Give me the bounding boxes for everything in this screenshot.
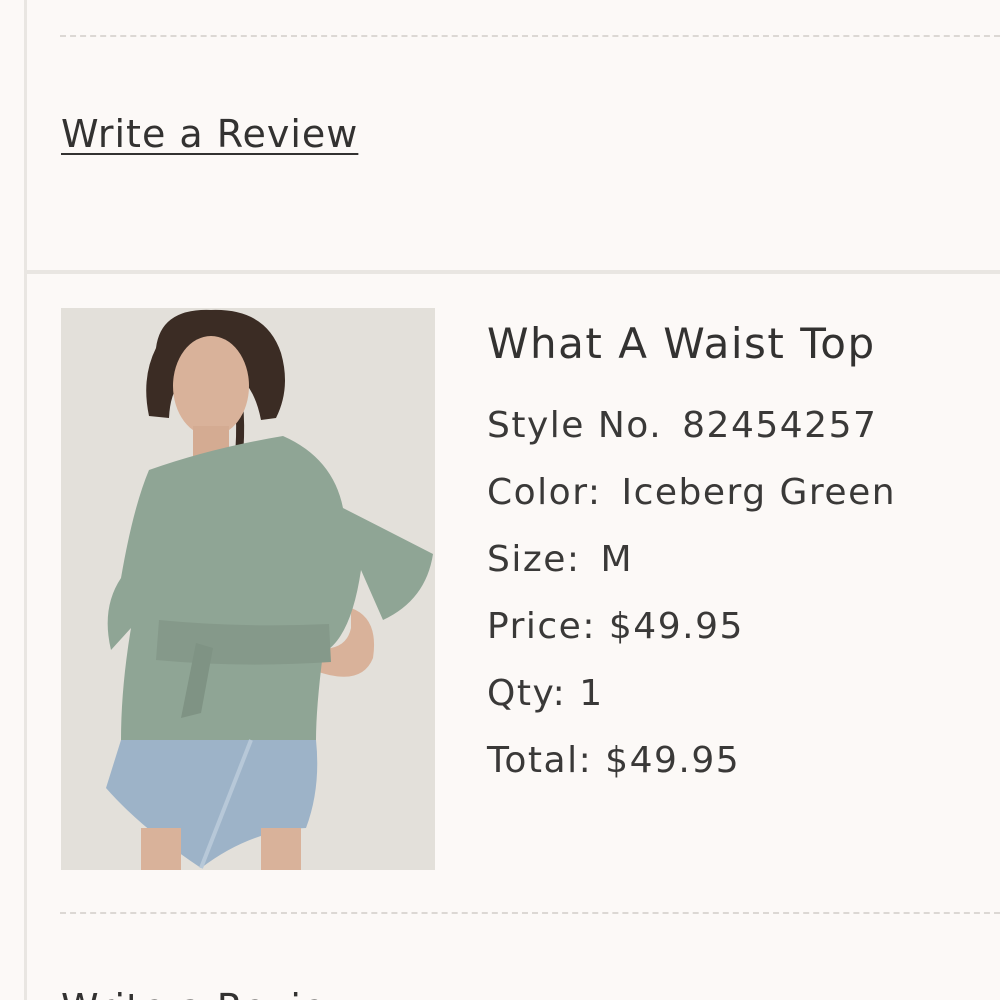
price-row: Price: $49.95 bbox=[487, 593, 896, 660]
quantity-row: Qty: 1 bbox=[487, 660, 896, 727]
color-row: Color: Iceberg Green bbox=[487, 459, 896, 526]
product-details: What A Waist Top Style No. 82454257 Color… bbox=[487, 318, 896, 794]
price-label: Price: bbox=[487, 606, 596, 647]
dashed-divider-bottom bbox=[60, 912, 1000, 914]
write-review-link-next[interactable]: Write a Review bbox=[61, 986, 358, 1000]
color-value: Iceberg Green bbox=[621, 472, 897, 513]
quantity-value: 1 bbox=[579, 673, 604, 714]
write-review-link[interactable]: Write a Review bbox=[61, 112, 358, 156]
size-row: Size: M bbox=[487, 526, 896, 593]
product-title[interactable]: What A Waist Top bbox=[487, 318, 896, 370]
product-photo-illustration bbox=[61, 308, 435, 870]
product-image[interactable] bbox=[61, 308, 435, 870]
style-number-value: 82454257 bbox=[682, 405, 878, 446]
item-divider bbox=[24, 270, 1000, 274]
total-value: $49.95 bbox=[605, 740, 741, 781]
quantity-label: Qty: bbox=[487, 673, 567, 714]
color-label: Color: bbox=[487, 472, 602, 513]
style-number-label: Style No. bbox=[487, 405, 663, 446]
total-label: Total: bbox=[487, 740, 593, 781]
total-row: Total: $49.95 bbox=[487, 727, 896, 794]
dashed-divider-top bbox=[60, 35, 1000, 37]
style-number-row: Style No. 82454257 bbox=[487, 392, 896, 459]
size-value: M bbox=[600, 539, 634, 580]
size-label: Size: bbox=[487, 539, 581, 580]
price-value: $49.95 bbox=[608, 606, 744, 647]
left-border bbox=[24, 0, 27, 1000]
order-items-page: Write a Review What A Waist Top Style No… bbox=[0, 0, 1000, 1000]
